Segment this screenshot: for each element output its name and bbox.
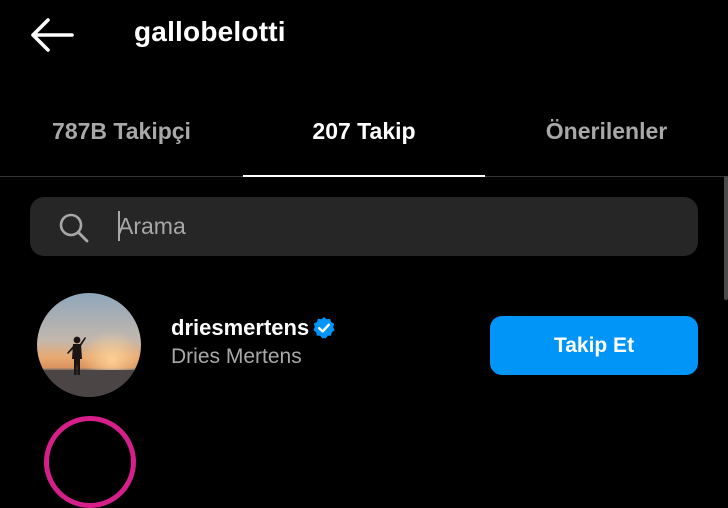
next-avatar-story-ring[interactable] bbox=[44, 416, 136, 508]
avatar[interactable] bbox=[37, 293, 141, 397]
list-item-full-name: Dries Mertens bbox=[171, 345, 302, 368]
scrollbar[interactable] bbox=[724, 176, 728, 300]
tab-suggested[interactable]: Önerilenler bbox=[485, 100, 728, 176]
active-tab-indicator bbox=[243, 175, 485, 177]
back-button[interactable] bbox=[28, 14, 76, 56]
page-title: gallobelotti bbox=[134, 16, 286, 47]
back-arrow-icon bbox=[31, 18, 74, 52]
tab-followers[interactable]: 787B Takipçi bbox=[0, 100, 243, 176]
list-item[interactable]: driesmertens Dries Mertens Takip Et bbox=[0, 285, 728, 405]
text-cursor bbox=[118, 211, 120, 241]
avatar-image bbox=[37, 293, 141, 397]
top-bar: gallobelotti bbox=[0, 0, 728, 70]
follow-button[interactable]: Takip Et bbox=[490, 316, 698, 375]
search-input[interactable] bbox=[118, 208, 658, 244]
tab-following[interactable]: 207 Takip bbox=[243, 100, 485, 176]
list-item-username[interactable]: driesmertens bbox=[171, 315, 309, 341]
search-icon bbox=[59, 213, 89, 243]
tab-bar: 787B Takipçi 207 Takip Önerilenler bbox=[0, 100, 728, 177]
verified-badge-icon bbox=[313, 317, 335, 339]
search-bar[interactable] bbox=[30, 197, 698, 256]
